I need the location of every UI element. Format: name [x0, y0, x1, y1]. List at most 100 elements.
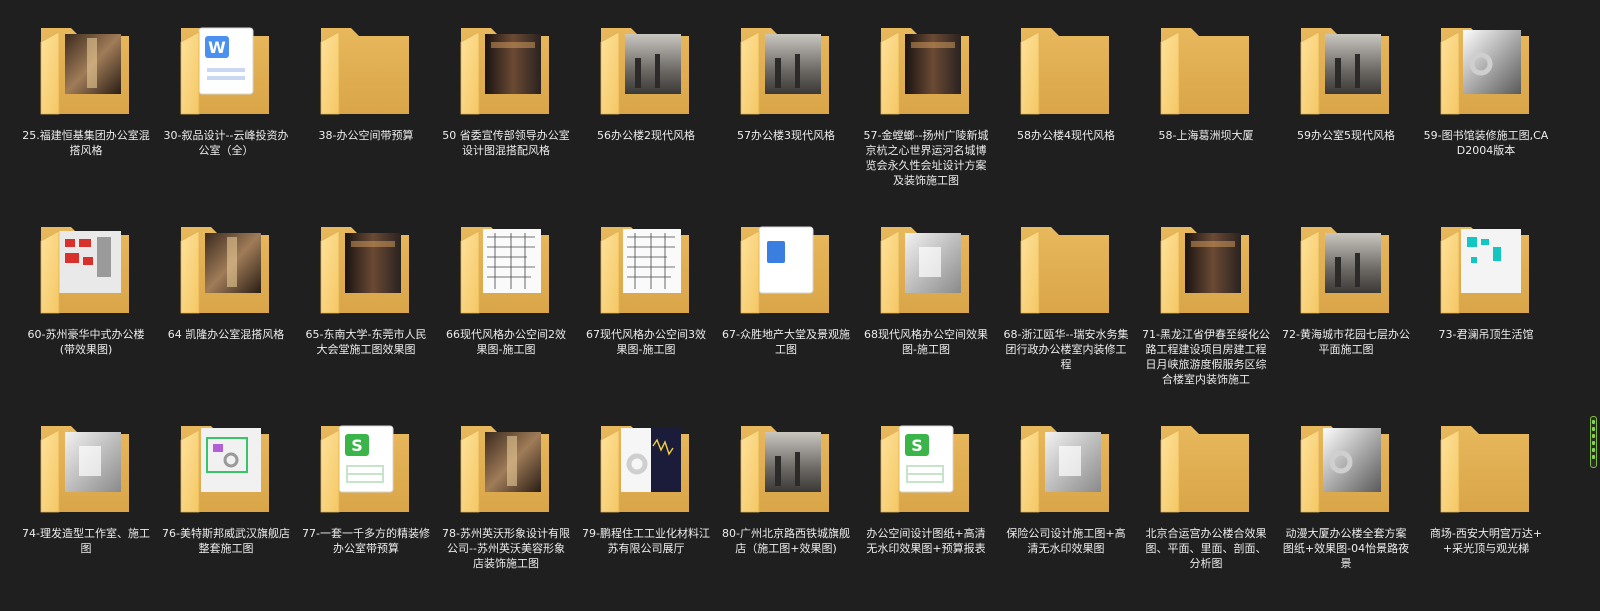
folder-icon [1295, 217, 1397, 321]
folder-label: 30-叙品设计--云峰投资办公室（全） [163, 129, 289, 157]
folder-icon [595, 18, 697, 122]
folder-icon: S [875, 416, 977, 520]
folder-label: 68现代风格办公空间效果图-施工图 [864, 328, 988, 356]
scrollbar[interactable] [1586, 0, 1600, 607]
folder-icon [1435, 217, 1537, 321]
folder-item[interactable]: 58办公楼4现代风格 [996, 14, 1136, 213]
folder-icon [175, 217, 277, 321]
folder-label: 25.福建恒基集团办公室混搭风格 [22, 129, 150, 157]
folder-item[interactable]: 65-东南大学-东莞市人民大会堂施工图效果图 [296, 213, 436, 412]
folder-item[interactable]: 71-黑龙江省伊春至绥化公路工程建设项目房建工程日月峡旅游度假服务区综合楼室内装… [1136, 213, 1276, 412]
folder-label: 办公空间设计图纸+高清无水印效果图+预算报表 [866, 527, 986, 555]
folder-label: 74-理发造型工作室、施工图 [22, 527, 150, 555]
folder-item[interactable]: 68-浙江瓯华--瑞安水务集团行政办公楼室内装修工程 [996, 213, 1136, 412]
folder-label: 68-浙江瓯华--瑞安水务集团行政办公楼室内装修工程 [1003, 328, 1129, 371]
folder-item[interactable]: 80-广州北京路西铁城旗舰店（施工图+效果图) [716, 412, 856, 611]
folder-label: 57-金螳螂--扬州广陵新城京杭之心世界运河名城博览会永久性会址设计方案及装饰施… [863, 129, 989, 187]
folder-item[interactable]: 保险公司设计施工图+高清无水印效果图 [996, 412, 1136, 611]
folder-item[interactable]: 56办公楼2现代风格 [576, 14, 716, 213]
folder-grid: 25.福建恒基集团办公室混搭风格 W 30-叙品设计--云峰投资办公室（全） 3… [16, 14, 1556, 611]
folder-icon [455, 18, 557, 122]
folder-item[interactable]: 72-黄海城市花园七层办公平面施工图 [1276, 213, 1416, 412]
folder-item[interactable]: 59办公室5现代风格 [1276, 14, 1416, 213]
folder-icon [595, 217, 697, 321]
folder-item[interactable]: 58-上海葛洲坝大厦 [1136, 14, 1276, 213]
folder-icon [735, 217, 837, 321]
folder-item[interactable]: 67-众胜地产大堂及景观施工图 [716, 213, 856, 412]
folder-item[interactable]: S 办公空间设计图纸+高清无水印效果图+预算报表 [856, 412, 996, 611]
svg-text:S: S [351, 436, 363, 455]
folder-label: 64 凯隆办公室混搭风格 [167, 328, 285, 341]
folder-icon [1295, 416, 1397, 520]
folder-item[interactable]: 59-图书馆装修施工图,CAD2004版本 [1416, 14, 1556, 213]
folder-icon: W [175, 18, 277, 122]
folder-label: 商场-西安大明宫万达++采光顶与观光梯 [1429, 527, 1543, 555]
folder-icon [1015, 18, 1117, 122]
folder-item[interactable]: 50 省委宣传部领导办公室设计图混搭配风格 [436, 14, 576, 213]
folder-label: 78-苏州英沃形象设计有限公司--苏州英沃美容形象店装饰施工图 [442, 527, 570, 570]
folder-icon [1155, 416, 1257, 520]
folder-item[interactable]: 57-金螳螂--扬州广陵新城京杭之心世界运河名城博览会永久性会址设计方案及装饰施… [856, 14, 996, 213]
folder-icon [35, 217, 137, 321]
folder-label: 保险公司设计施工图+高清无水印效果图 [1006, 527, 1126, 555]
folder-label: 66现代风格办公空间2效果图-施工图 [446, 328, 566, 356]
svg-text:S: S [911, 436, 923, 455]
folder-label: 67-众胜地产大堂及景观施工图 [722, 328, 850, 356]
folder-icon [35, 416, 137, 520]
folder-item[interactable]: 25.福建恒基集团办公室混搭风格 [16, 14, 156, 213]
folder-label: 72-黄海城市花园七层办公平面施工图 [1282, 328, 1410, 356]
folder-label: 58办公楼4现代风格 [1017, 129, 1115, 142]
folder-icon [315, 18, 417, 122]
folder-item[interactable]: 64 凯隆办公室混搭风格 [156, 213, 296, 412]
folder-item[interactable]: 66现代风格办公空间2效果图-施工图 [436, 213, 576, 412]
folder-item[interactable]: 动漫大厦办公楼全套方案图纸+效果图-04怡景路夜景 [1276, 412, 1416, 611]
folder-icon [875, 18, 977, 122]
folder-icon [735, 416, 837, 520]
folder-label: 65-东南大学-东莞市人民大会堂施工图效果图 [305, 328, 427, 356]
folder-item[interactable]: W 30-叙品设计--云峰投资办公室（全） [156, 14, 296, 213]
folder-label: 67现代风格办公空间3效果图-施工图 [586, 328, 706, 356]
folder-icon [1155, 18, 1257, 122]
folder-label: 56办公楼2现代风格 [597, 129, 695, 142]
folder-item[interactable]: S 77-一套一千多方的精装修办公室带预算 [296, 412, 436, 611]
folder-item[interactable]: 商场-西安大明宫万达++采光顶与观光梯 [1416, 412, 1556, 611]
folder-label: 38-办公空间带预算 [318, 129, 414, 142]
svg-text:W: W [208, 38, 226, 57]
folder-label: 79-鹏程住工工业化材料江苏有限公司展厅 [582, 527, 710, 555]
folder-icon [875, 217, 977, 321]
folder-item[interactable]: 74-理发造型工作室、施工图 [16, 412, 156, 611]
folder-item[interactable]: 北京合运宫办公楼合效果图、平面、里面、剖面、分析图 [1136, 412, 1276, 611]
folder-label: 50 省委宣传部领导办公室设计图混搭配风格 [442, 129, 570, 157]
folder-label: 58-上海葛洲坝大厦 [1158, 129, 1254, 142]
scrollbar-thumb[interactable] [1590, 416, 1597, 468]
folder-item[interactable]: 57办公楼3现代风格 [716, 14, 856, 213]
folder-icon [315, 217, 417, 321]
folder-label: 71-黑龙江省伊春至绥化公路工程建设项目房建工程日月峡旅游度假服务区综合楼室内装… [1142, 328, 1270, 386]
folder-item[interactable]: 73-君澜吊顶生活馆 [1416, 213, 1556, 412]
folder-label: 77-一套一千多方的精装修办公室带预算 [302, 527, 430, 555]
folder-item[interactable]: 76-美特斯邦威武汉旗舰店整套施工图 [156, 412, 296, 611]
folder-icon [1015, 416, 1117, 520]
folder-icon [1015, 217, 1117, 321]
folder-icon [455, 416, 557, 520]
folder-label: 59-图书馆装修施工图,CAD2004版本 [1423, 129, 1549, 157]
folder-item[interactable]: 67现代风格办公空间3效果图-施工图 [576, 213, 716, 412]
folder-icon [1155, 217, 1257, 321]
folder-label: 80-广州北京路西铁城旗舰店（施工图+效果图) [722, 527, 850, 555]
folder-label: 60-苏州豪华中式办公楼(带效果图) [27, 328, 145, 356]
folder-item[interactable]: 68现代风格办公空间效果图-施工图 [856, 213, 996, 412]
folder-item[interactable]: 78-苏州英沃形象设计有限公司--苏州英沃美容形象店装饰施工图 [436, 412, 576, 611]
folder-icon [175, 416, 277, 520]
folder-item[interactable]: 60-苏州豪华中式办公楼(带效果图) [16, 213, 156, 412]
folder-label: 59办公室5现代风格 [1297, 129, 1395, 142]
folder-icon: S [315, 416, 417, 520]
folder-label: 73-君澜吊顶生活馆 [1438, 328, 1534, 341]
folder-icon [35, 18, 137, 122]
folder-icon [455, 217, 557, 321]
folder-item[interactable]: 79-鹏程住工工业化材料江苏有限公司展厅 [576, 412, 716, 611]
folder-icon [1295, 18, 1397, 122]
folder-item[interactable]: 38-办公空间带预算 [296, 14, 436, 213]
folder-label: 动漫大厦办公楼全套方案图纸+效果图-04怡景路夜景 [1282, 527, 1410, 570]
folder-label: 北京合运宫办公楼合效果图、平面、里面、剖面、分析图 [1145, 527, 1267, 570]
folder-icon [735, 18, 837, 122]
